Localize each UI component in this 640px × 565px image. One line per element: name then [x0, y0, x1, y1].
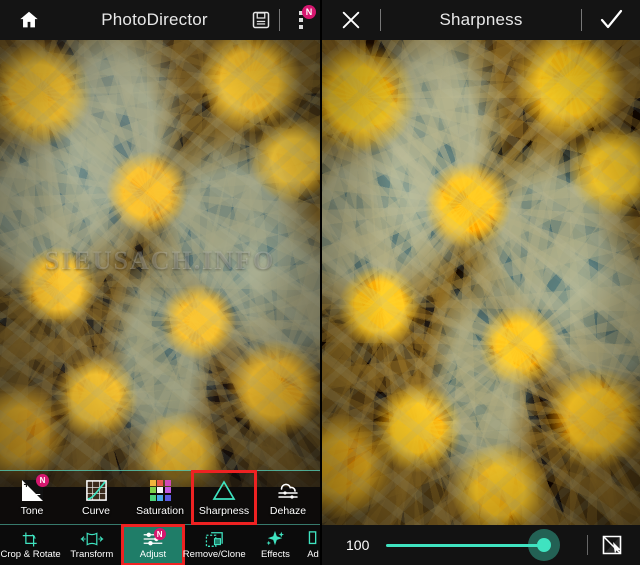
tool-label: Tone [20, 505, 44, 517]
tone-icon: + – N [20, 474, 49, 502]
curve-icon [84, 478, 108, 502]
slider-divider [587, 535, 588, 555]
save-icon[interactable] [251, 10, 271, 30]
nav-remove-clone[interactable]: Remove/Clone [182, 525, 246, 565]
nav-label: Effects [260, 548, 290, 560]
tool-label: Curve [81, 505, 110, 517]
dual-screenshot-container: PhotoDirector N SIEUSACH.INFO + – N Tone… [0, 0, 640, 565]
saturation-icon [148, 478, 172, 502]
slider-knob[interactable] [537, 538, 551, 552]
tool-curve[interactable]: Curve [64, 471, 128, 524]
tool-title: Sharpness [439, 10, 523, 29]
nav-more[interactable]: Ad [306, 525, 320, 565]
left-screen: PhotoDirector N SIEUSACH.INFO + – N Tone… [0, 0, 320, 565]
nav-label: Transform [70, 548, 114, 560]
right-tool-header: Sharpness [322, 0, 640, 40]
tool-sharpness[interactable]: Sharpness [191, 470, 257, 525]
tool-label: Sharpness [198, 505, 250, 517]
nav-adjust[interactable]: N Adjust [121, 524, 185, 565]
menu-new-badge: N [302, 5, 316, 19]
nav-effects[interactable]: Effects [245, 525, 306, 565]
nav-label: Remove/Clone [182, 548, 246, 560]
remove-clone-icon [205, 531, 224, 548]
effects-icon [265, 530, 285, 548]
dehaze-icon [276, 478, 300, 502]
adjust-new-badge: N [153, 528, 166, 540]
slider-track [386, 543, 539, 547]
overflow-menu-icon[interactable]: N [290, 5, 316, 32]
tool-dehaze[interactable]: Dehaze [256, 471, 320, 524]
nav-crop-rotate[interactable]: Crop & Rotate [0, 525, 61, 565]
sharpness-icon [212, 478, 236, 502]
photo-image-sharpened [322, 40, 640, 525]
sharpness-slider[interactable] [376, 525, 573, 565]
tool-tone[interactable]: + – N Tone [0, 471, 64, 524]
right-screen: Sharpness 100 [320, 0, 640, 565]
left-header-actions: N [251, 5, 320, 32]
sharpness-slider-bar: 100 [322, 525, 640, 565]
nav-label: Crop & Rotate [0, 548, 61, 560]
tool-label: Saturation [136, 505, 184, 517]
home-icon [18, 9, 40, 31]
left-app-header: PhotoDirector N [0, 0, 320, 40]
adjust-tools-strip: + – N Tone Curve Saturation Sharpness De… [0, 470, 320, 525]
crop-rotate-icon [21, 531, 40, 548]
app-title: PhotoDirector [101, 10, 208, 29]
tone-new-badge: N [36, 474, 49, 487]
close-icon [340, 9, 362, 31]
bottom-nav-bar: Crop & Rotate Transform N Adjust Remove/… [0, 524, 320, 565]
cancel-button[interactable] [322, 9, 380, 31]
sharpness-value: 100 [346, 537, 370, 553]
right-photo-canvas[interactable] [322, 40, 640, 525]
nav-label: Ad [307, 548, 319, 560]
check-icon [599, 8, 623, 32]
left-photo-canvas[interactable]: SIEUSACH.INFO [0, 40, 320, 487]
tool-saturation[interactable]: Saturation [128, 471, 192, 524]
compare-icon[interactable] [600, 533, 624, 557]
header-divider [279, 9, 280, 31]
transform-icon [80, 531, 104, 548]
confirm-button[interactable] [582, 8, 640, 32]
photo-image-original [0, 40, 320, 487]
tool-label: Dehaze [269, 505, 307, 517]
nav-label: Adjust [139, 548, 167, 560]
home-button[interactable] [0, 9, 58, 31]
more-icon [308, 531, 318, 548]
nav-transform[interactable]: Transform [61, 525, 122, 565]
